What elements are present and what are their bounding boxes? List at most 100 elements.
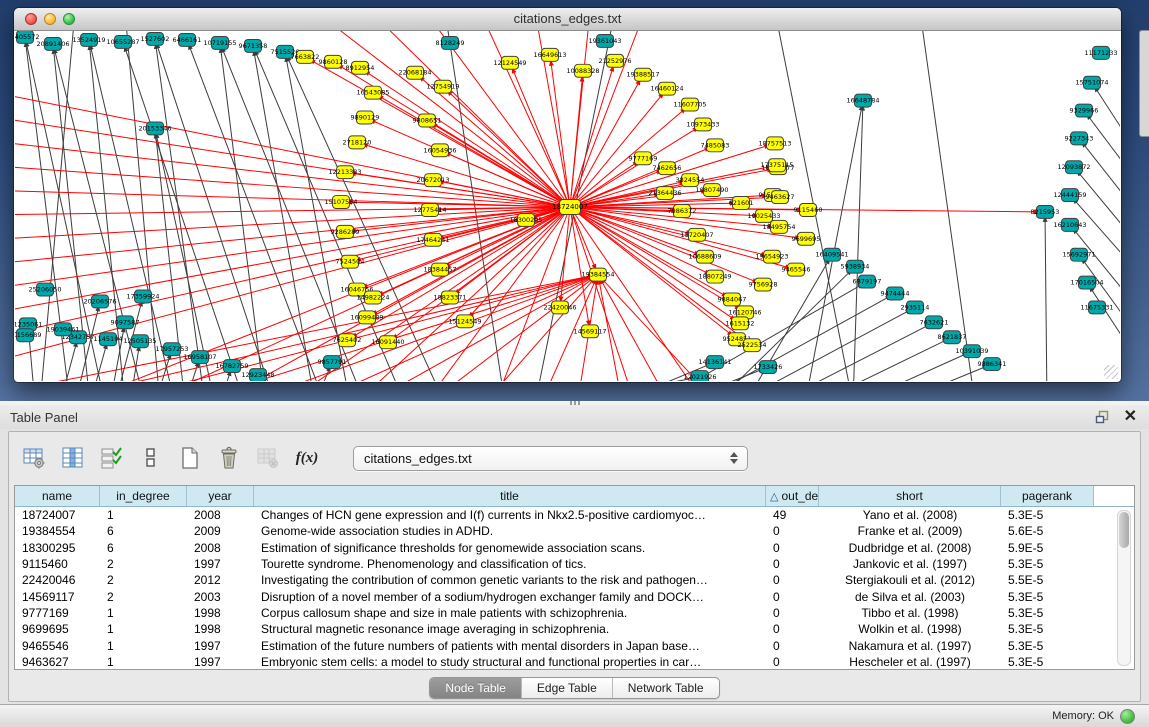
graph-node-label: 1235061 — [15, 320, 42, 328]
table-row[interactable]: 1938455462009Genome-wide association stu… — [15, 523, 1134, 539]
float-panel-icon[interactable] — [1095, 410, 1110, 424]
table-cell: 1997 — [187, 557, 254, 571]
graph-node-label: 9115460 — [794, 206, 823, 214]
table-row[interactable]: 1456911722003Disruption of a novel membe… — [15, 588, 1134, 604]
table-row[interactable]: 977716911998Corpus callosum shape and si… — [15, 605, 1134, 621]
table-cell: Tourette syndrome. Phenomenology and cla… — [254, 557, 766, 571]
graph-node-label: 12021926 — [683, 373, 716, 381]
table-cell: 18724007 — [15, 508, 100, 522]
table-cell: Structural magnetic resonance image aver… — [254, 622, 766, 636]
column-header-in_degree[interactable]: in_degree — [100, 486, 187, 506]
window-title: citations_edges.txt — [14, 11, 1121, 26]
graph-node-label: 18823371 — [433, 293, 466, 301]
memory-status-indicator[interactable] — [1120, 709, 1135, 724]
graph-node-label: 15124549 — [448, 317, 481, 325]
table-row[interactable]: 946554611997Estimation of the future num… — [15, 637, 1134, 653]
close-panel-icon[interactable]: ✕ — [1124, 410, 1137, 424]
table-row[interactable]: 1872400712008Changes of HCN gene express… — [15, 507, 1134, 523]
table-row[interactable]: 911546021997Tourette syndrome. Phenomeno… — [15, 556, 1134, 572]
table-cell: 6 — [100, 541, 187, 555]
table-row[interactable]: 1830029562008Estimation of significance … — [15, 540, 1134, 556]
column-header-short[interactable]: short — [819, 486, 1001, 506]
graph-node-label: 16054936 — [423, 146, 456, 154]
table-cell: Jankovic et al. (1997) — [819, 557, 1001, 571]
column-chooser-icon[interactable] — [60, 445, 86, 471]
table-scrollbar-thumb[interactable] — [1119, 512, 1129, 548]
new-table-icon[interactable] — [177, 445, 203, 471]
table-selector-dropdown[interactable]: citations_edges.txt — [353, 446, 748, 471]
table-cell: 0 — [766, 573, 819, 587]
graph-node-label: 20153346 — [138, 124, 171, 132]
table-settings-icon[interactable] — [21, 445, 47, 471]
table-scrollbar[interactable] — [1117, 510, 1131, 666]
table-cell: 5.6E-5 — [1001, 524, 1094, 538]
table-cell: 5.3E-5 — [1001, 655, 1094, 669]
column-header-year[interactable]: year — [187, 486, 254, 506]
import-table-icon[interactable] — [255, 445, 281, 471]
column-header-name[interactable]: name — [15, 486, 100, 506]
table-cell: Disruption of a novel member of a sodium… — [254, 590, 766, 604]
table-cell: Hescheler et al. (1997) — [819, 655, 1001, 669]
window-titlebar[interactable]: citations_edges.txt — [14, 8, 1121, 31]
table-cell: 6 — [100, 524, 187, 538]
table-cell: 2009 — [187, 524, 254, 538]
column-header-pagerank[interactable]: pagerank — [1001, 486, 1094, 506]
graph-node-label: 9465546 — [782, 266, 811, 274]
table-cell: 5.3E-5 — [1001, 508, 1094, 522]
graph-node-label: 621601 — [729, 199, 754, 207]
table-cell: 5.3E-5 — [1001, 590, 1094, 604]
table-cell: 2003 — [187, 590, 254, 604]
tab-network-table[interactable]: Network Table — [612, 678, 719, 698]
table-row[interactable]: 946362711997Embryonic stem cells: a mode… — [15, 654, 1134, 670]
table-cell: 5.3E-5 — [1001, 606, 1094, 620]
graph-node-label: 22068184 — [398, 69, 431, 77]
table-cell: 5.5E-5 — [1001, 573, 1094, 587]
graph-node-label: 10391039 — [955, 347, 988, 355]
table-cell: 0 — [766, 655, 819, 669]
table-cell: de Silva et al. (2003) — [819, 590, 1001, 604]
graph-node-label: 16958107 — [183, 353, 216, 361]
row-height-icon[interactable] — [138, 445, 164, 471]
table-cell: 9115460 — [15, 557, 100, 571]
table-cell: 18300295 — [15, 541, 100, 555]
tab-edge-table[interactable]: Edge Table — [521, 678, 612, 698]
graph-node-label: 12444159 — [1053, 191, 1086, 199]
graph-node-label: 11171233 — [1084, 49, 1117, 57]
table-cell: 1 — [100, 508, 187, 522]
table-cell: Investigating the contribution of common… — [254, 573, 766, 587]
function-builder-icon[interactable]: f(x) — [294, 445, 320, 471]
table-row[interactable]: 969969511998Structural magnetic resonanc… — [15, 621, 1134, 637]
graph-node-label: 9777169 — [629, 154, 658, 162]
table-row[interactable]: 2242004622012Investigating the contribut… — [15, 572, 1134, 588]
attribute-table: namein_degreeyeartitle△out_de…shortpager… — [14, 485, 1135, 670]
table-cell: Estimation of significance thresholds fo… — [254, 541, 766, 555]
graph-edge — [367, 145, 570, 207]
delete-table-icon[interactable] — [216, 445, 242, 471]
graph-node-label: 22420046 — [543, 303, 576, 311]
graph-node-label: 11675331 — [1080, 303, 1113, 311]
column-header-title[interactable]: title — [254, 486, 766, 506]
column-header-out_de[interactable]: △out_de… — [766, 486, 819, 506]
graph-edge — [775, 326, 926, 381]
graph-node-label: 9097587 — [111, 318, 140, 326]
select-rows-icon[interactable] — [99, 445, 125, 471]
table-type-tabs: Node TableEdge TableNetwork Table — [429, 677, 719, 699]
network-canvas[interactable]: 9405572208914061352491910655287152760264… — [15, 31, 1120, 381]
resize-grip[interactable] — [1104, 365, 1118, 379]
graph-edge — [156, 48, 205, 381]
table-cell: 14569117 — [15, 590, 100, 604]
graph-node-label: 8128249 — [436, 39, 465, 47]
graph-node-label: 11607705 — [673, 101, 706, 109]
graph-node-label: 7632621 — [920, 318, 949, 326]
graph-edge — [855, 355, 964, 381]
graph-node-label: 9857791 — [318, 358, 347, 366]
tab-node-table[interactable]: Node Table — [430, 678, 521, 698]
table-cell: Embryonic stem cells: a model to study s… — [254, 655, 766, 669]
graph-node-label: 10088328 — [566, 67, 599, 75]
graph-node-label: 10655287 — [106, 38, 139, 46]
graph-node-label: 10688609 — [688, 253, 721, 261]
table-panel-body: f(x) citations_edges.txt namein_degreeye… — [8, 431, 1141, 702]
table-cell: 0 — [766, 590, 819, 604]
graph-node-label: 16409541 — [815, 251, 848, 259]
table-cell: 0 — [766, 524, 819, 538]
